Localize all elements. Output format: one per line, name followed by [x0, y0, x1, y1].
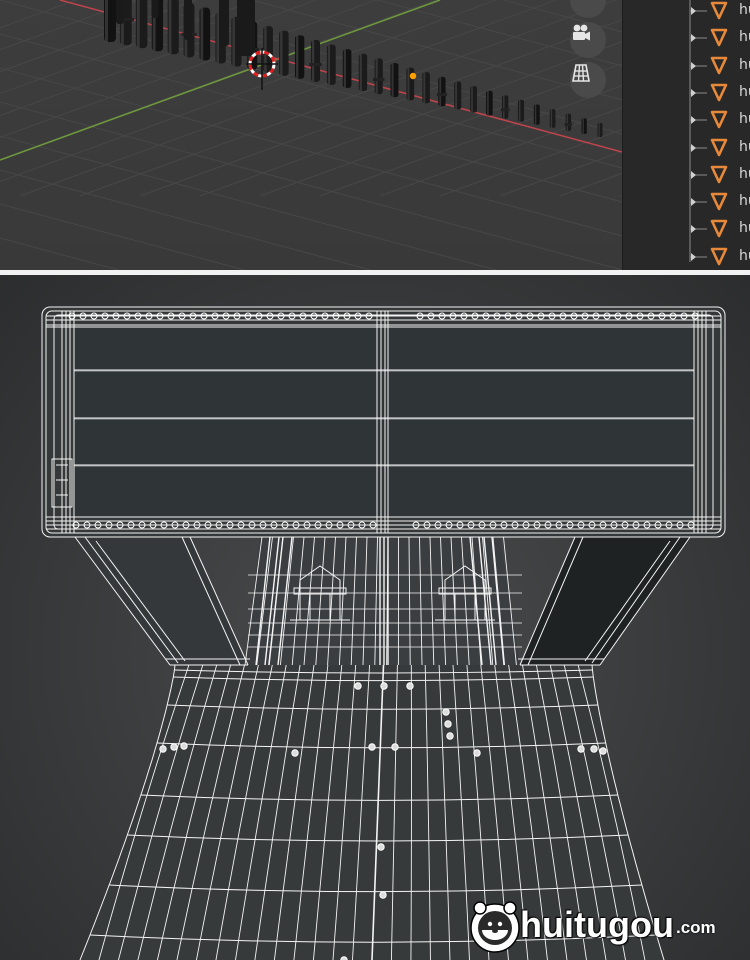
scene-object[interactable]	[422, 72, 430, 104]
outliner-item-label: hu	[739, 2, 750, 18]
camera-icon	[573, 24, 590, 41]
3d-viewport-perspective[interactable]	[0, 0, 622, 270]
mesh-triangle-icon	[690, 83, 728, 102]
scene-object[interactable]	[500, 95, 510, 119]
outliner-item-label: hu	[739, 165, 750, 182]
scene-object[interactable]	[358, 53, 368, 92]
origin-dot	[409, 72, 417, 80]
scene-object[interactable]	[116, 0, 124, 24]
mesh-triangle-icon	[690, 165, 728, 184]
scene-object[interactable]	[263, 26, 273, 73]
mesh-triangle-icon	[690, 110, 728, 129]
bear-face-logo	[470, 901, 520, 953]
scene-object[interactable]	[564, 113, 573, 131]
scene-object[interactable]	[237, 0, 255, 56]
scene-object[interactable]	[219, 0, 229, 46]
mesh-triangle-icon	[690, 247, 728, 265]
watermark-text: huitugou	[520, 904, 674, 945]
outliner-item[interactable]: hu	[623, 80, 750, 107]
scene-object[interactable]	[295, 35, 305, 79]
watermark: huitugou .com	[468, 898, 738, 956]
outliner-item[interactable]: hu	[623, 162, 750, 189]
outliner-item[interactable]: hu	[623, 244, 750, 270]
outliner-item-label: hu	[739, 111, 750, 128]
viewport-scene	[0, 0, 622, 270]
scene-object[interactable]	[167, 0, 179, 55]
scene-object[interactable]	[199, 7, 211, 61]
outliner-item[interactable]: hu	[623, 25, 750, 52]
scene-object[interactable]	[151, 0, 159, 18]
scene-object[interactable]	[470, 86, 477, 113]
scene-object[interactable]	[184, 0, 192, 40]
scene-object[interactable]	[533, 104, 540, 125]
outliner-item[interactable]: hu	[623, 0, 750, 25]
scene-object[interactable]	[342, 49, 352, 88]
mesh-triangle-icon	[690, 138, 728, 156]
outliner-item[interactable]: hu	[623, 107, 750, 134]
scene-object[interactable]	[436, 76, 448, 107]
scene-object[interactable]	[486, 90, 493, 116]
outliner-item-label: hu	[739, 29, 750, 46]
scene-object[interactable]	[372, 58, 385, 95]
scene-object[interactable]	[597, 123, 603, 137]
3d-viewport-wireframe[interactable]	[0, 275, 750, 960]
outliner-item-label: hu	[739, 138, 750, 155]
outliner-item-label: hu	[739, 56, 750, 73]
wireframe-model	[41, 306, 726, 960]
ortho-toggle-button[interactable]	[570, 62, 606, 98]
mesh-triangle-icon	[690, 192, 728, 211]
scene-object[interactable]	[104, 0, 116, 42]
outliner-item[interactable]: hu	[623, 216, 750, 243]
watermark-suffix: .com	[676, 918, 716, 937]
scene-object[interactable]	[406, 67, 415, 101]
mesh-triangle-icon	[690, 56, 728, 74]
outliner-item-label: hu	[739, 193, 750, 210]
outliner-item-label: hu	[739, 83, 750, 100]
scene-object[interactable]	[454, 81, 462, 110]
scene-object[interactable]	[390, 63, 399, 98]
scene-object[interactable]	[549, 109, 556, 128]
mesh-triangle-icon	[690, 28, 728, 47]
camera-view-button[interactable]	[570, 22, 606, 58]
outliner-item[interactable]: hu	[623, 135, 750, 162]
outliner-item[interactable]: hu	[623, 189, 750, 216]
mesh-triangle-icon	[690, 1, 728, 20]
scene-object[interactable]	[309, 39, 322, 82]
outliner-panel[interactable]: hu hu hu hu hu hu hu hu hu hu	[622, 0, 750, 270]
scene-object[interactable]	[135, 0, 148, 49]
outliner-item-label: hu	[739, 247, 750, 264]
outliner-item-label: hu	[739, 220, 750, 237]
mesh-triangle-icon	[690, 220, 728, 238]
scene-object[interactable]	[326, 44, 336, 85]
outliner-item[interactable]: hu	[623, 53, 750, 80]
scene-object[interactable]	[581, 118, 587, 134]
scene-object[interactable]	[517, 99, 525, 122]
hand-icon	[570, 0, 590, 2]
scene-object[interactable]	[279, 30, 289, 76]
grid-view-icon	[572, 64, 590, 82]
